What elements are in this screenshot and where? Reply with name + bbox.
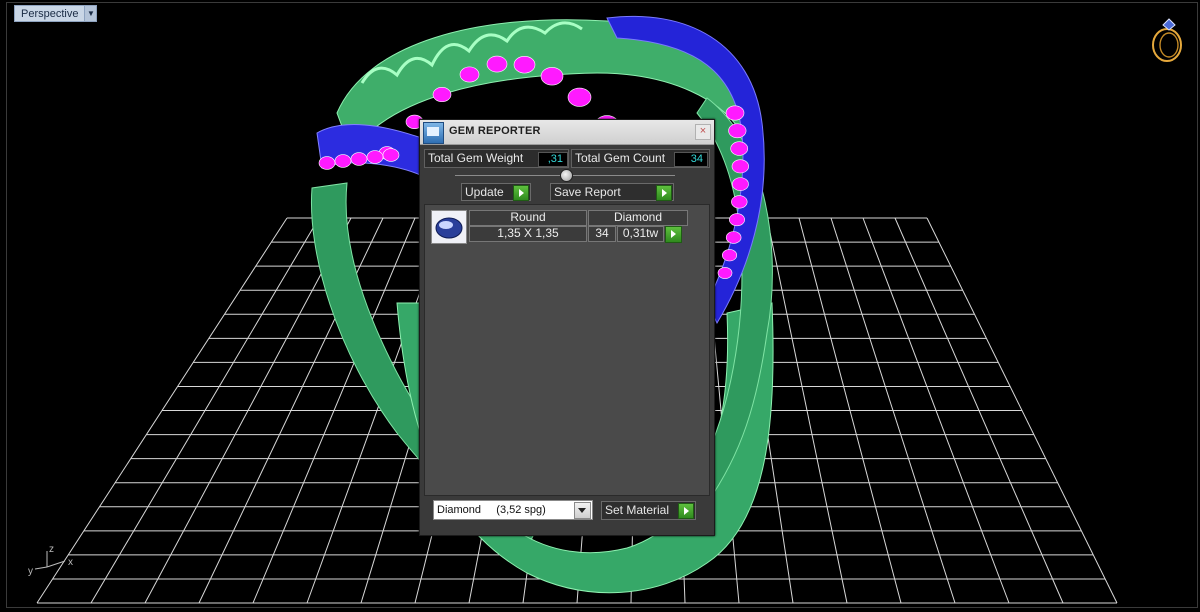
gem-material: Diamond — [588, 210, 688, 226]
gem-size: 1,35 X 1,35 — [469, 226, 587, 242]
ring-icon[interactable] — [1145, 15, 1189, 63]
gem-bead[interactable] — [731, 195, 748, 209]
gem-bead[interactable] — [730, 141, 749, 156]
viewport-title[interactable]: Perspective — [14, 5, 86, 22]
gem-bead[interactable] — [318, 156, 336, 170]
gem-bead[interactable] — [382, 148, 400, 162]
play-arrow-icon[interactable] — [656, 185, 672, 201]
save-report-button-label: Save Report — [554, 185, 621, 199]
gem-bead[interactable] — [567, 87, 592, 107]
gem-bead[interactable] — [722, 249, 738, 262]
gem-bead[interactable] — [731, 177, 749, 191]
gem-bead[interactable] — [432, 87, 452, 103]
gem-bead[interactable] — [486, 55, 508, 73]
total-gem-weight-label: Total Gem Weight — [428, 151, 524, 165]
gem-bead[interactable] — [459, 66, 480, 83]
dropdown-arrow-icon[interactable]: ▼ — [85, 5, 98, 22]
axes-icon: z x y — [28, 544, 73, 577]
gem-shape: Round — [469, 210, 587, 226]
round-diamond-thumbnail-icon[interactable] — [431, 210, 467, 244]
play-arrow-icon[interactable] — [678, 503, 694, 519]
axis-label-x: x — [68, 557, 73, 568]
material-select-value: Diamond (3,52 spg) — [437, 504, 546, 516]
panel-slider-handle[interactable] — [560, 169, 573, 182]
dialog-titlebar[interactable]: GEM REPORTER × — [420, 120, 714, 145]
total-gem-weight-field: Total Gem Weight ,31 — [424, 149, 569, 168]
material-select[interactable]: Diamond (3,52 spg) — [433, 500, 593, 520]
gem-list-item[interactable]: Round Diamond 1,35 X 1,35 34 0,31tw — [431, 210, 695, 244]
gem-bead[interactable] — [731, 159, 749, 174]
viewport-title-tab[interactable]: Perspective ▼ — [14, 5, 98, 22]
total-gem-count-field: Total Gem Count 34 — [571, 149, 710, 168]
total-gem-count-value: 34 — [674, 152, 708, 167]
gem-bead[interactable] — [725, 231, 742, 244]
dialog-title: GEM REPORTER — [449, 125, 541, 137]
dropdown-arrow-icon[interactable] — [574, 502, 591, 519]
gem-bead[interactable] — [725, 105, 745, 121]
gem-bead[interactable] — [540, 67, 564, 86]
gem-list[interactable]: Round Diamond 1,35 X 1,35 34 0,31tw — [424, 204, 710, 496]
gem-bead[interactable] — [728, 123, 747, 139]
axis-label-y: y — [28, 566, 33, 577]
gem-total-weight: 0,31tw — [617, 226, 664, 242]
gem-count: 34 — [588, 226, 616, 242]
gem-bead[interactable] — [366, 150, 384, 164]
gem-bead[interactable] — [513, 56, 536, 74]
gem-bead[interactable] — [350, 152, 368, 166]
set-material-button[interactable]: Set Material — [601, 501, 696, 520]
gem-bead[interactable] — [729, 213, 745, 227]
total-gem-weight-value: ,31 — [538, 152, 568, 167]
update-button[interactable]: Update — [461, 183, 531, 201]
total-gem-count-label: Total Gem Count — [575, 151, 666, 165]
play-arrow-icon[interactable] — [665, 226, 682, 243]
update-button-label: Update — [465, 185, 504, 199]
close-button[interactable]: × — [695, 124, 711, 140]
gem-bead[interactable] — [334, 154, 352, 168]
axis-label-z: z — [49, 544, 54, 555]
save-report-button[interactable]: Save Report — [550, 183, 674, 201]
gem-reporter-app-icon — [423, 122, 444, 144]
gem-bead[interactable] — [717, 267, 733, 279]
set-material-button-label: Set Material — [605, 503, 670, 517]
gem-reporter-dialog[interactable]: GEM REPORTER × Total Gem Weight ,31 Tota… — [419, 119, 715, 536]
play-arrow-icon[interactable] — [513, 185, 529, 201]
